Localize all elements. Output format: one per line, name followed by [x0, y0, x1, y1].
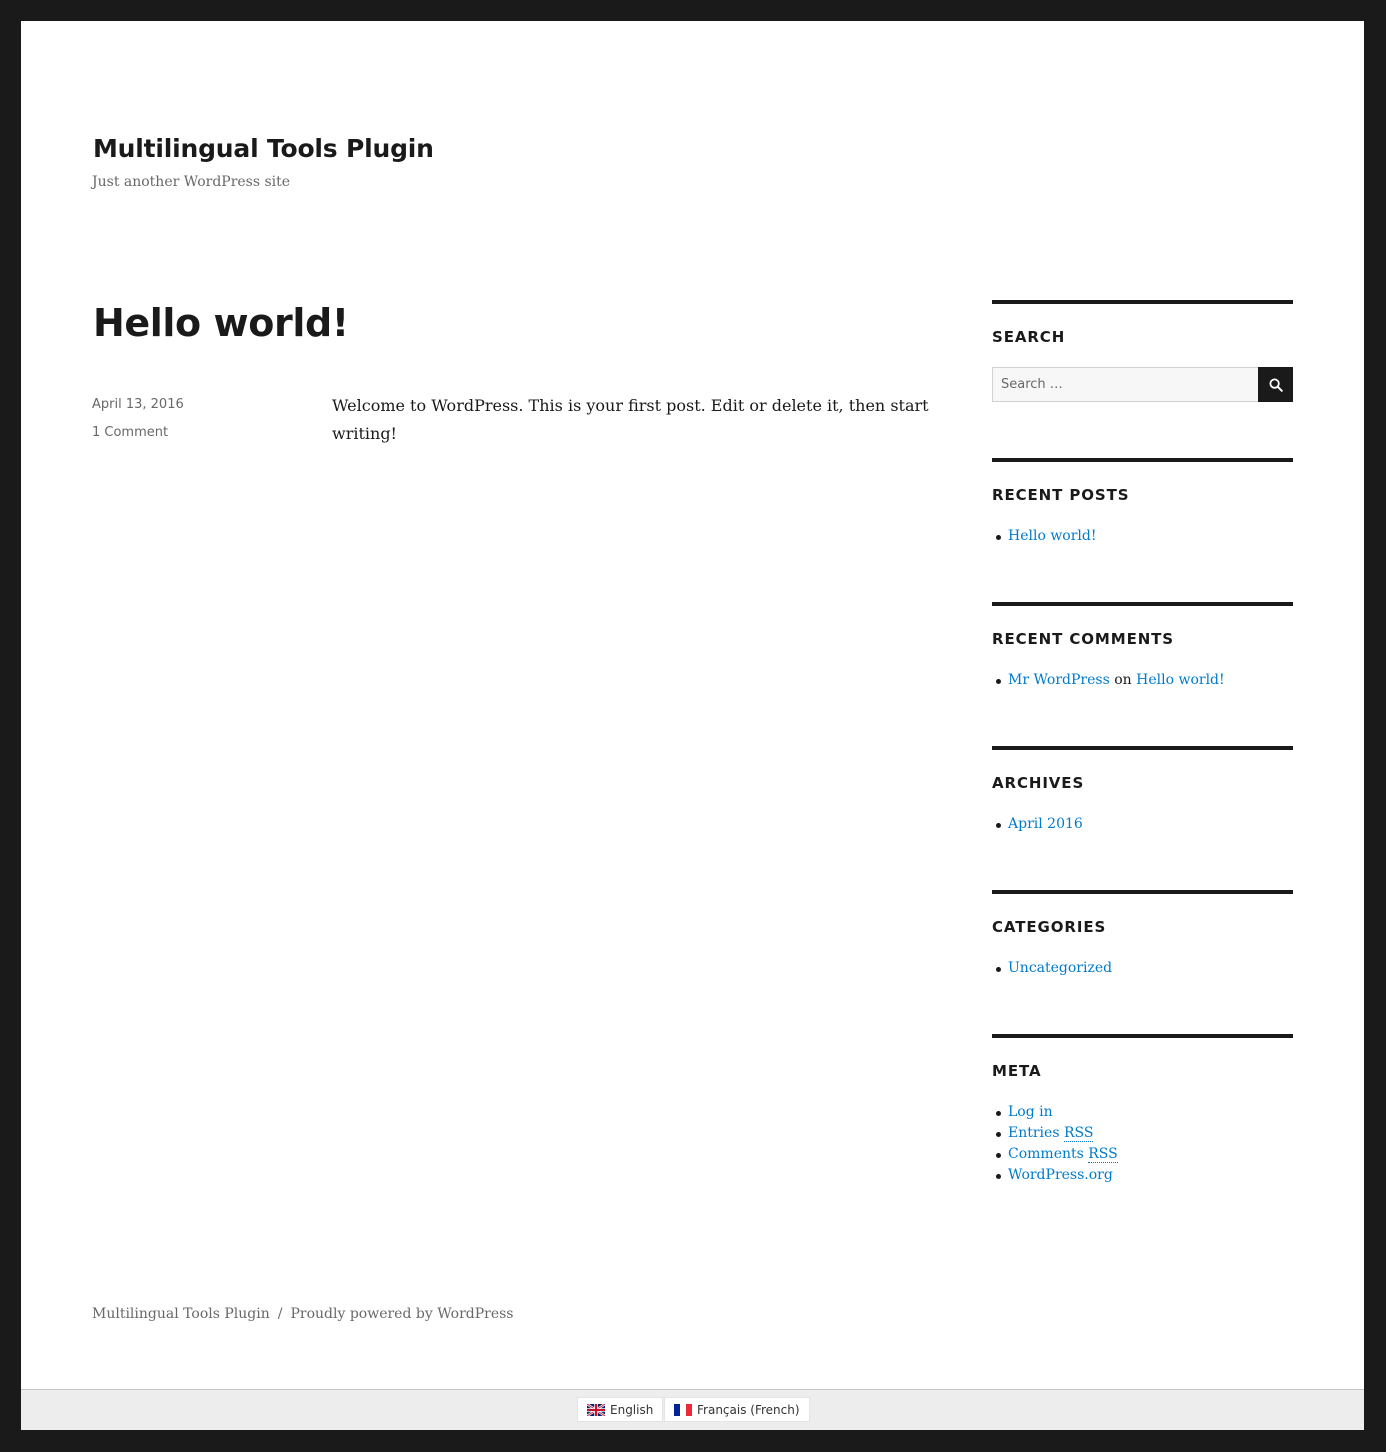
categories-widget: CATEGORIES Uncategorized — [992, 890, 1293, 979]
search-form — [992, 367, 1293, 402]
search-widget: SEARCH — [992, 300, 1293, 414]
site-tagline: Just another WordPress site — [92, 174, 291, 190]
footer-powered-by-link[interactable]: Proudly powered by WordPress — [290, 1306, 513, 1322]
categories-heading: CATEGORIES — [992, 918, 1107, 936]
footer-separator: / — [277, 1306, 283, 1322]
meta-entries-rss-abbr: RSS — [1063, 1125, 1094, 1142]
category-item: Uncategorized — [992, 958, 1293, 979]
meta-entries-rss-link[interactable]: Entries RSS — [1008, 1125, 1094, 1142]
language-french-label: Français (French) — [697, 1402, 800, 1417]
archives-widget: ARCHIVES April 2016 — [992, 746, 1293, 835]
recent-posts-widget: RECENT POSTS Hello world! — [992, 458, 1293, 547]
recent-posts-heading: RECENT POSTS — [992, 486, 1130, 504]
france-flag-icon — [674, 1403, 692, 1416]
search-icon — [1269, 378, 1283, 392]
meta-entries-rss-text: Entries — [1008, 1125, 1064, 1141]
recent-comments-widget: RECENT COMMENTS Mr WordPress on Hello wo… — [992, 602, 1293, 691]
site-title[interactable]: Multilingual Tools Plugin — [93, 134, 434, 163]
site-footer: Multilingual Tools Plugin / Proudly powere… — [92, 1306, 513, 1322]
meta-login-link[interactable]: Log in — [1008, 1104, 1053, 1120]
meta-item: Entries RSS — [992, 1123, 1293, 1144]
recent-post-item: Hello world! — [992, 526, 1293, 547]
search-button[interactable] — [1258, 367, 1293, 402]
search-widget-heading: SEARCH — [992, 328, 1066, 346]
meta-widget: META Log in Entries RSS Comments RSS Wor… — [992, 1034, 1293, 1186]
language-english-label: English — [610, 1402, 654, 1417]
post-comments-link[interactable]: 1 Comment — [92, 425, 168, 440]
archives-heading: ARCHIVES — [992, 774, 1085, 792]
footer-site-link[interactable]: Multilingual Tools Plugin — [92, 1306, 270, 1322]
recent-post-link[interactable]: Hello world! — [1008, 528, 1097, 544]
meta-heading: META — [992, 1062, 1042, 1080]
post-title[interactable]: Hello world! — [93, 301, 349, 345]
comment-connector: on — [1114, 672, 1132, 688]
recent-comment-item: Mr WordPress on Hello world! — [992, 670, 1293, 691]
page: Multilingual Tools Plugin Just another W… — [21, 21, 1364, 1430]
search-input[interactable] — [992, 367, 1266, 402]
meta-item: Comments RSS — [992, 1144, 1293, 1165]
meta-item: WordPress.org — [992, 1165, 1293, 1186]
language-english-button[interactable]: English — [577, 1397, 664, 1422]
archive-item: April 2016 — [992, 814, 1293, 835]
language-switcher-bar: English Français (French) — [21, 1389, 1364, 1430]
archive-link[interactable]: April 2016 — [1008, 816, 1083, 832]
category-link[interactable]: Uncategorized — [1008, 960, 1112, 976]
comment-author-link[interactable]: Mr WordPress — [1008, 672, 1110, 688]
post-content: Welcome to WordPress. This is your first… — [332, 396, 929, 443]
uk-flag-icon — [587, 1403, 605, 1416]
comment-post-link[interactable]: Hello world! — [1136, 672, 1225, 688]
meta-wordpress-org-link[interactable]: WordPress.org — [1008, 1167, 1113, 1183]
post-date[interactable]: April 13, 2016 — [92, 397, 184, 412]
meta-comments-rss-link[interactable]: Comments RSS — [1008, 1146, 1118, 1163]
meta-comments-rss-abbr: RSS — [1088, 1146, 1118, 1163]
recent-comments-heading: RECENT COMMENTS — [992, 630, 1175, 648]
meta-comments-rss-text: Comments — [1008, 1146, 1089, 1162]
language-french-button[interactable]: Français (French) — [664, 1397, 810, 1422]
meta-item: Log in — [992, 1102, 1293, 1123]
